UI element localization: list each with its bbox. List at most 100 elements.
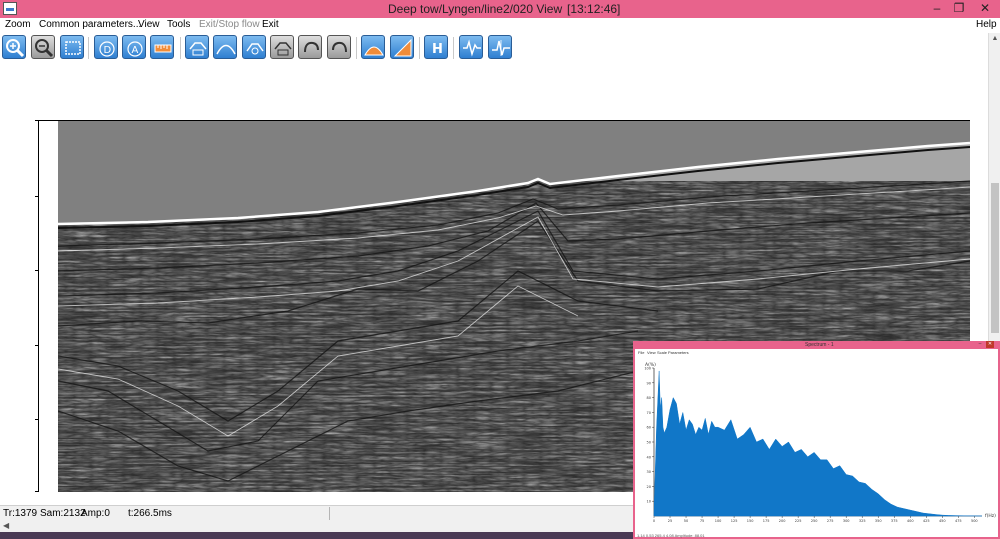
horizon-pick-icon (189, 42, 207, 56)
ruler-icon (154, 44, 172, 53)
x-tick-label: 225 (795, 519, 802, 523)
spectrum-menu-scale[interactable]: Scale (657, 350, 667, 355)
status-trace: Tr:1379 (3, 508, 38, 519)
menu-bar: Zoom Common parameters... View Tools Exi… (0, 18, 1000, 33)
x-tick-label: 25 (668, 519, 672, 523)
x-tick-label: 200 (779, 519, 786, 523)
axis-tick (35, 419, 39, 420)
y-tick-label: 90 (647, 381, 651, 385)
x-tick-label: 100 (715, 519, 722, 523)
x-tick-label: 250 (811, 519, 818, 523)
x-tick-label: 425 (923, 519, 930, 523)
axis-tick (35, 120, 39, 121)
scroll-up-arrow-icon[interactable]: ▲ (989, 33, 1000, 45)
y-tick-label: 70 (647, 411, 651, 415)
x-tick-label: 75 (700, 519, 704, 523)
x-tick-label: 125 (731, 519, 738, 523)
mode-a-button[interactable]: A (122, 35, 146, 59)
header-button[interactable]: H (424, 35, 448, 59)
spectrum-menu-parameters[interactable]: Parameters (668, 350, 689, 355)
horizon-curve-button[interactable] (213, 35, 237, 59)
mode-d-button[interactable]: D (94, 35, 118, 59)
spectrum-minimize-button[interactable]: – (976, 341, 984, 348)
spectrum-window[interactable]: Spectrum - 1 – ✕ File View Scale Paramet… (633, 341, 1000, 539)
x-tick-label: 375 (891, 519, 898, 523)
menu-common-parameters[interactable]: Common parameters... (39, 19, 141, 30)
redo-button[interactable] (327, 35, 351, 59)
x-tick-label: 150 (747, 519, 754, 523)
scroll-left-arrow-icon[interactable]: ◀ (3, 521, 9, 530)
menu-help[interactable]: Help (976, 19, 997, 30)
spectrum-menu-bar: File View Scale Parameters (635, 349, 998, 356)
horizon-pick-button[interactable] (185, 35, 209, 59)
undo-icon (304, 41, 319, 53)
svg-text:A: A (132, 45, 139, 56)
spectrum-y-ticks: 10 20 30 40 50 60 70 80 90 100 (644, 367, 654, 504)
toolbar-separator (419, 37, 420, 59)
gain-button[interactable] (390, 35, 414, 59)
ruler-button[interactable] (150, 35, 174, 59)
x-tick-label: 450 (939, 519, 946, 523)
title-bar: Deep tow/Lyngen/line2/020 View [13:12:46… (0, 0, 1000, 18)
restore-button[interactable]: ❐ (946, 0, 972, 18)
wiggle-icon (463, 39, 481, 57)
axis-tick (35, 270, 39, 271)
spectrum-area (653, 370, 983, 517)
spectrum-status: 1.14 0.53 265.4 4.08 Amplitude: 88.01 (637, 533, 705, 538)
close-button[interactable]: ✕ (972, 0, 998, 18)
x-tick-label: 50 (684, 519, 688, 523)
redo-icon (332, 41, 347, 53)
magnifier-minus-icon (35, 39, 54, 58)
spectrum-x-ticks: 0 25 50 75 100 125 150 175 200 225 250 275 300 325 350… (653, 516, 978, 523)
magnifier-plus-icon (6, 39, 25, 58)
menu-zoom[interactable]: Zoom (5, 19, 31, 30)
window-time: [13:12:46] (567, 2, 621, 16)
x-tick-label: 300 (843, 519, 850, 523)
undo-button[interactable] (298, 35, 322, 59)
spectrum-button[interactable] (488, 35, 512, 59)
spectrum-menu-file[interactable]: File (638, 350, 644, 355)
curve-icon (216, 44, 236, 55)
y-tick-label: 40 (647, 455, 651, 459)
letter-a-icon: A (127, 41, 143, 57)
spectrum-title: Spectrum - 1 (805, 342, 834, 348)
zoom-fit-button[interactable] (60, 35, 84, 59)
letter-h-icon: H (432, 42, 443, 57)
svg-text:H: H (432, 42, 443, 57)
horizon-edit-button[interactable] (242, 35, 266, 59)
vertical-scroll-thumb[interactable] (991, 183, 999, 333)
status-amplitude: Amp:0 (81, 508, 110, 519)
y-tick-label: 30 (647, 470, 651, 474)
x-tick-label: 325 (859, 519, 866, 523)
zoom-in-button[interactable] (2, 35, 26, 59)
time-axis (38, 120, 39, 492)
status-sample: Sam:2132 (40, 508, 86, 519)
menu-exit-stop-flow[interactable]: Exit/Stop flow (199, 19, 260, 30)
app-icon[interactable] (3, 2, 17, 15)
axis-tick (35, 491, 39, 492)
spectrum-chart: A(%) f(Hz) 102030405060708090100 0 25 50 75… (644, 362, 996, 523)
fill-icon (364, 46, 384, 56)
fill-area-button[interactable] (361, 35, 385, 59)
horizon-save-button[interactable] (270, 35, 294, 59)
letter-d-icon: D (99, 41, 115, 57)
trace-wiggle-button[interactable] (459, 35, 483, 59)
zoom-out-button[interactable] (31, 35, 55, 59)
status-divider (329, 507, 330, 520)
y-tick-label: 60 (647, 426, 651, 430)
y-tick-label: 20 (647, 485, 651, 489)
menu-exit[interactable]: Exit (262, 19, 279, 30)
y-tick-label: 10 (647, 500, 651, 504)
toolbar-separator (180, 37, 181, 59)
frame-icon (65, 41, 81, 55)
menu-view[interactable]: View (138, 19, 160, 30)
toolbar-separator (356, 37, 357, 59)
menu-tools[interactable]: Tools (167, 19, 190, 30)
horizon-edit-icon (246, 43, 264, 55)
spectrum-menu-view[interactable]: View (647, 350, 656, 355)
toolbar-separator (88, 37, 89, 59)
spectrum-close-button[interactable]: ✕ (986, 341, 994, 348)
horizon-save-icon (274, 42, 292, 56)
x-tick-label: 275 (827, 519, 834, 523)
y-tick-label: 50 (647, 441, 651, 445)
